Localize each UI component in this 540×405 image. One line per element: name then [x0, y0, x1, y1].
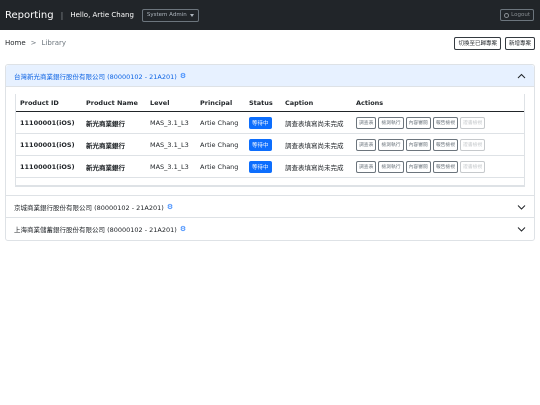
- col-product-name: Product Name: [82, 94, 146, 112]
- topbar: Home > Library 切換至已歸專案 新增專案: [5, 35, 535, 51]
- accordion-header-0[interactable]: 台灣新光商業銀行股份有限公司 (80000102 - 21A201) ⚙: [6, 65, 534, 87]
- review-button[interactable]: 內容審閱: [405, 116, 431, 129]
- product-id: 11100001(iOS): [16, 155, 82, 178]
- product-id: 11100001(iOS): [16, 133, 82, 156]
- product-id: 11100001(iOS): [16, 111, 82, 134]
- breadcrumb-home[interactable]: Home: [5, 39, 26, 47]
- table-empty-row: [16, 177, 524, 186]
- gear-icon[interactable]: ⚙: [180, 72, 186, 80]
- power-icon: [504, 12, 510, 18]
- product-name: 新光商業銀行: [82, 133, 146, 156]
- survey-button[interactable]: 調查表: [356, 160, 377, 173]
- survey-button[interactable]: 調查表: [356, 138, 377, 151]
- run-test-button[interactable]: 檢測執行: [378, 116, 404, 129]
- brand[interactable]: Reporting: [5, 10, 54, 21]
- level: MAS_3.1_L3: [146, 155, 196, 178]
- actions-cell: 調查表 檢測執行 內容審閱 報告檢視 證書檢視: [352, 111, 524, 134]
- role-label: System Admin: [146, 12, 187, 18]
- section-title: 台灣新光商業銀行股份有限公司 (80000102 - 21A201): [14, 72, 177, 81]
- accordion-header-1[interactable]: 京城商業銀行股份有限公司 (80000102 - 21A201) ⚙: [6, 196, 534, 218]
- actions-cell: 調查表 檢測執行 內容審閱 報告檢視 證書檢視: [352, 155, 524, 178]
- col-level: Level: [146, 94, 196, 112]
- run-test-button[interactable]: 檢測執行: [378, 138, 404, 151]
- caption: 調查表填寫尚未完成: [281, 133, 352, 156]
- logout-label: Logout: [511, 12, 530, 18]
- product-table: Product ID Product Name Level Principal …: [16, 94, 524, 186]
- report-view-button[interactable]: 報告檢視: [432, 138, 459, 151]
- status-cell: 等待中: [245, 133, 281, 156]
- level: MAS_3.1_L3: [146, 133, 196, 156]
- navbar: Reporting | Hello, Artie Chang System Ad…: [0, 0, 540, 30]
- new-project-button[interactable]: 新增專案: [504, 36, 535, 50]
- breadcrumb-current: Library: [41, 39, 67, 47]
- principal: Artie Chang: [196, 133, 245, 156]
- greeting: Hello, Artie Chang: [70, 11, 134, 19]
- certificate-view-button: 證書檢視: [460, 116, 486, 129]
- certificate-view-button: 證書檢視: [460, 160, 486, 173]
- run-test-button[interactable]: 檢測執行: [378, 160, 404, 173]
- status-badge: 等待中: [249, 160, 272, 173]
- col-actions: Actions: [352, 94, 524, 112]
- accordion: 台灣新光商業銀行股份有限公司 (80000102 - 21A201) ⚙ Pro…: [5, 64, 535, 241]
- section-title: 上海商業儲蓄銀行股份有限公司 (80000102 - 21A201): [14, 226, 177, 234]
- principal: Artie Chang: [196, 155, 245, 178]
- status-cell: 等待中: [245, 155, 281, 178]
- col-caption: Caption: [281, 94, 352, 112]
- caret-down-icon: [189, 13, 194, 17]
- caption: 調查表填寫尚未完成: [281, 111, 352, 134]
- chevron-down-icon: [516, 224, 526, 234]
- certificate-view-button: 證書檢視: [460, 138, 486, 151]
- level: MAS_3.1_L3: [146, 111, 196, 134]
- table-row: 11100001(iOS) 新光商業銀行 MAS_3.1_L3 Artie Ch…: [16, 111, 524, 134]
- principal: Artie Chang: [196, 111, 245, 134]
- review-button[interactable]: 內容審閱: [405, 160, 431, 173]
- logout-button[interactable]: Logout: [500, 9, 534, 21]
- col-principal: Principal: [196, 94, 245, 112]
- accordion-body-0: Product ID Product Name Level Principal …: [6, 87, 534, 196]
- review-button[interactable]: 內容審閱: [405, 138, 431, 151]
- product-name: 新光商業銀行: [82, 111, 146, 134]
- table-row: 11100001(iOS) 新光商業銀行 MAS_3.1_L3 Artie Ch…: [16, 133, 524, 156]
- col-status: Status: [245, 94, 281, 112]
- report-view-button[interactable]: 報告檢視: [432, 116, 459, 129]
- actions-cell: 調查表 檢測執行 內容審閱 報告檢視 證書檢視: [352, 133, 524, 156]
- status-badge: 等待中: [249, 138, 272, 151]
- survey-button[interactable]: 調查表: [356, 116, 377, 129]
- gear-icon[interactable]: ⚙: [180, 225, 186, 233]
- table-row: 11100001(iOS) 新光商業銀行 MAS_3.1_L3 Artie Ch…: [16, 155, 524, 178]
- col-product-id: Product ID: [16, 94, 82, 112]
- breadcrumb-separator: >: [30, 39, 37, 47]
- top-actions: 切換至已歸專案 新增專案: [454, 36, 535, 50]
- switch-archived-button[interactable]: 切換至已歸專案: [454, 36, 501, 50]
- gear-icon[interactable]: ⚙: [167, 203, 173, 211]
- product-table-wrap: Product ID Product Name Level Principal …: [15, 94, 525, 187]
- section-title: 京城商業銀行股份有限公司 (80000102 - 21A201): [14, 203, 164, 212]
- product-name: 新光商業銀行: [82, 155, 146, 178]
- table-header-row: Product ID Product Name Level Principal …: [16, 94, 524, 112]
- navbar-separator: |: [60, 10, 64, 20]
- accordion-header-2[interactable]: 上海商業儲蓄銀行股份有限公司 (80000102 - 21A201) ⚙: [6, 218, 534, 240]
- role-select[interactable]: System Admin: [141, 8, 199, 22]
- status-badge: 等待中: [249, 116, 272, 129]
- chevron-down-icon: [516, 202, 526, 212]
- caption: 調查表填寫尚未完成: [281, 155, 352, 178]
- chevron-up-icon: [516, 71, 526, 81]
- status-cell: 等待中: [245, 111, 281, 134]
- report-view-button[interactable]: 報告檢視: [432, 160, 459, 173]
